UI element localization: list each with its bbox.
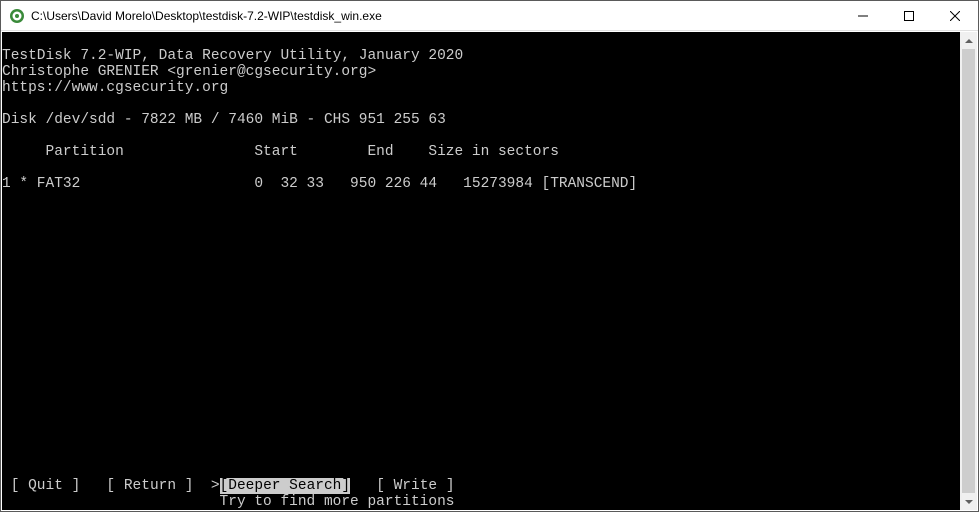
app-url-line: https://www.cgsecurity.org [2,80,228,96]
content-area: TestDisk 7.2-WIP, Data Recovery Utility,… [1,31,978,511]
app-window: C:\Users\David Morelo\Desktop\testdisk-7… [0,0,979,512]
menu-area: [ Quit ] [ Return ] >[Deeper Search] [ W… [2,478,960,510]
maximize-button[interactable] [886,1,932,30]
menu-row: [ Quit ] [ Return ] >[Deeper Search] [ W… [2,478,960,494]
close-button[interactable] [932,1,978,30]
menu-item-write[interactable]: [ Write ] [368,478,455,494]
titlebar: C:\Users\David Morelo\Desktop\testdisk-7… [1,1,978,31]
window-controls [840,1,978,30]
window-title: C:\Users\David Morelo\Desktop\testdisk-7… [31,9,840,23]
menu-hint: Try to find more partitions [2,494,960,510]
terminal[interactable]: TestDisk 7.2-WIP, Data Recovery Utility,… [2,32,960,510]
menu-item-deeper-search[interactable]: [Deeper Search] [220,478,351,494]
app-author-line: Christophe GRENIER <grenier@cgsecurity.o… [2,64,376,80]
partition-row[interactable]: 1 * FAT32 0 32 33 950 226 44 15273984 [T… [2,176,637,192]
scroll-thumb[interactable] [962,49,975,493]
disk-info-line: Disk /dev/sdd - 7822 MB / 7460 MiB - CHS… [2,112,446,128]
vertical-scrollbar[interactable] [960,32,977,510]
app-icon [9,8,25,24]
menu-item-return[interactable]: [ Return ] [98,478,194,494]
menu-item-quit[interactable]: [ Quit ] [2,478,80,494]
scroll-down-arrow[interactable] [960,493,977,510]
scroll-up-arrow[interactable] [960,32,977,49]
app-name-line: TestDisk 7.2-WIP, Data Recovery Utility,… [2,48,463,64]
scroll-track[interactable] [960,49,977,493]
partition-table-header: Partition Start End Size in sectors [2,144,559,160]
minimize-button[interactable] [840,1,886,30]
